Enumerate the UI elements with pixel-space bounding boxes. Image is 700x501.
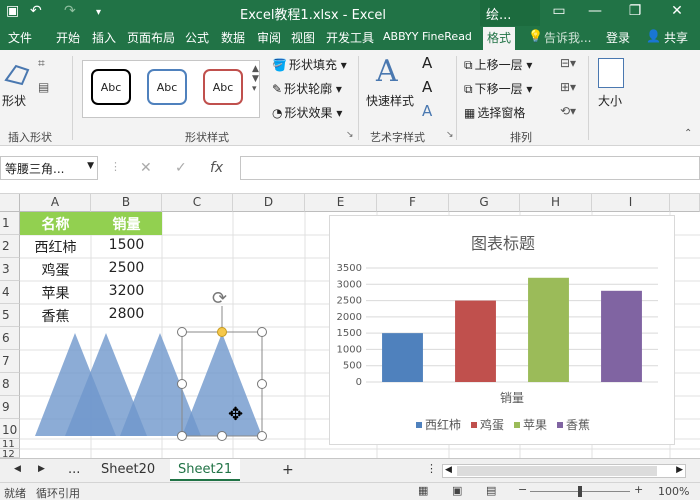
resize-handle[interactable] [177, 379, 187, 389]
bar[interactable] [528, 277, 569, 382]
legend-entry[interactable]: 西红柿 [425, 417, 461, 432]
rotate-handle-icon[interactable]: ⟳ [212, 288, 227, 309]
selected-triangle-shape[interactable] [182, 333, 262, 436]
y-tick-label: 2500 [337, 296, 362, 307]
legend-swatch [416, 422, 422, 428]
bar[interactable] [382, 333, 423, 382]
zoom-in-icon[interactable]: + [634, 483, 643, 496]
scroll-left-icon[interactable]: ◀ [6, 459, 29, 481]
zoom-slider-thumb[interactable] [578, 486, 582, 497]
y-tick-label: 1500 [337, 328, 362, 339]
bar[interactable] [601, 290, 642, 382]
scroll-right-arrow-icon[interactable]: ▶ [676, 465, 683, 475]
y-tick-label: 1000 [337, 344, 362, 355]
resize-handle[interactable] [177, 327, 187, 337]
adjust-handle[interactable] [217, 327, 227, 337]
resize-handle[interactable] [257, 431, 267, 441]
scroll-thumb[interactable] [457, 466, 657, 476]
y-tick-label: 2000 [337, 312, 362, 323]
y-tick-label: 500 [343, 361, 362, 372]
status-ready: 就绪 [4, 487, 26, 500]
legend-entry[interactable]: 苹果 [523, 418, 547, 432]
page-break-view-icon[interactable]: ▤ [486, 484, 496, 497]
resize-handle[interactable] [257, 327, 267, 337]
chart-area[interactable]: 图表标题 0 500 1000 1500 2000 2500 3000 3500 销量 西红柿 鸡蛋… [329, 215, 675, 445]
y-tick-label: 3000 [337, 279, 362, 290]
scroll-left-arrow-icon[interactable]: ◀ [445, 465, 452, 475]
legend-swatch [471, 422, 477, 428]
more-sheets-button[interactable]: ... [60, 459, 88, 481]
chart-plot: 0 500 1000 1500 2000 2500 3000 3500 销量西红柿 鸡蛋 苹果 香蕉 [337, 263, 658, 432]
legend-entry[interactable]: 香蕉 [566, 418, 590, 432]
bar[interactable] [455, 300, 496, 382]
y-tick-label: 3500 [337, 263, 362, 274]
sheet-tab-sheet20[interactable]: Sheet20 [93, 459, 163, 481]
normal-view-icon[interactable]: ▦ [418, 484, 428, 497]
y-tick-label: 0 [356, 377, 362, 388]
legend-swatch [557, 422, 563, 428]
legend-swatch [514, 422, 520, 428]
scroll-right-icon[interactable]: ▶ [30, 459, 53, 481]
horizontal-scrollbar[interactable]: ◀ ▶ [442, 464, 686, 478]
zoom-out-icon[interactable]: − [518, 483, 527, 496]
status-circular-reference: 循环引用 [36, 487, 80, 500]
zoom-level[interactable]: 100% [658, 485, 689, 498]
resize-handle[interactable] [257, 379, 267, 389]
legend-entry[interactable]: 鸡蛋 [480, 417, 504, 432]
x-axis-title[interactable]: 销量 [500, 391, 524, 405]
sheet-tab-bar: ◀ ▶ ... Sheet20 Sheet21 + ⋮ ◀ ▶ [0, 458, 700, 482]
add-sheet-icon[interactable]: + [274, 459, 302, 481]
resize-handle[interactable] [177, 431, 187, 441]
more-icon[interactable]: ⋮ [418, 459, 445, 481]
sheet-tab-sheet21[interactable]: Sheet21 [170, 459, 241, 481]
status-bar: 就绪 循环引用 ▦ ▣ ▤ − + 100% [0, 482, 700, 500]
move-cursor-icon: ✥ [228, 404, 244, 425]
resize-handle[interactable] [217, 431, 227, 441]
page-layout-view-icon[interactable]: ▣ [452, 484, 462, 497]
